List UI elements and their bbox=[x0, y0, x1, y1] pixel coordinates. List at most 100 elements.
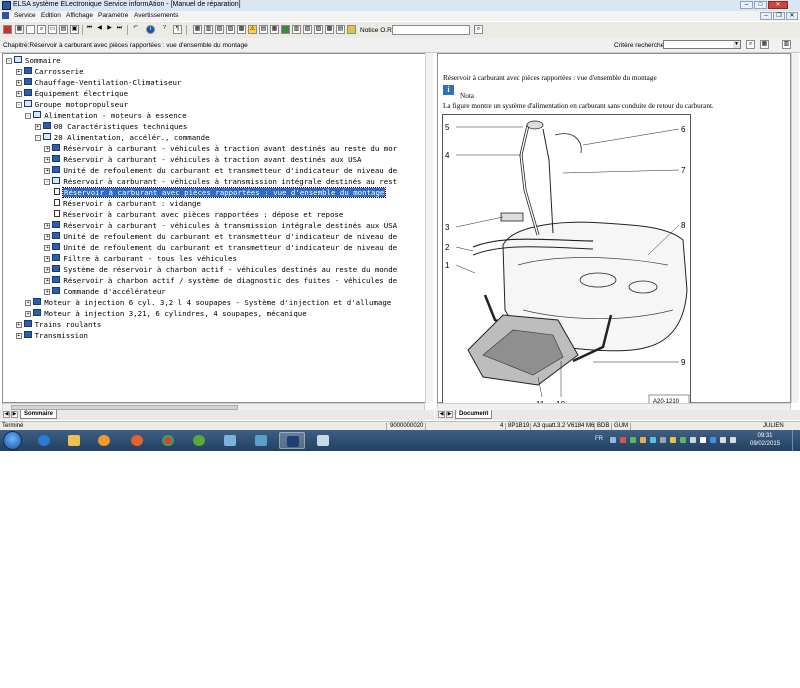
expand-icon[interactable]: + bbox=[25, 300, 32, 306]
expand-icon[interactable]: + bbox=[44, 146, 51, 152]
notice-search-icon[interactable]: ⌕ bbox=[474, 25, 483, 34]
toolbar-tool-13-icon[interactable]: ▤ bbox=[336, 25, 345, 34]
toolbar-tool-2-icon[interactable]: ▥ bbox=[204, 25, 213, 34]
tree-item[interactable]: - Alimentation - moteurs à essence bbox=[25, 110, 187, 121]
expand-icon[interactable]: + bbox=[44, 245, 51, 251]
toolbar-tool-4-icon[interactable]: ▨ bbox=[226, 25, 235, 34]
expand-icon[interactable]: + bbox=[15, 80, 22, 86]
menu-avertissements[interactable]: Avertissements bbox=[134, 12, 178, 19]
expand-icon[interactable]: + bbox=[15, 91, 22, 97]
criteria-filter-icon[interactable]: ▦ bbox=[760, 40, 769, 49]
notice-input[interactable] bbox=[392, 25, 470, 35]
tray-icon[interactable] bbox=[660, 437, 666, 443]
taskbar-app-3[interactable] bbox=[310, 432, 336, 449]
chevron-down-icon[interactable]: ▼ bbox=[733, 41, 740, 48]
tree-item[interactable]: + Transmission bbox=[15, 330, 88, 341]
taskbar-app-1[interactable] bbox=[217, 432, 243, 449]
expand-icon[interactable]: + bbox=[44, 256, 51, 262]
taskbar-ie[interactable] bbox=[31, 432, 57, 449]
expand-icon[interactable]: + bbox=[44, 278, 51, 284]
taskbar-explorer[interactable] bbox=[61, 432, 87, 449]
last-page-icon[interactable]: ⏭ bbox=[115, 25, 124, 34]
new-document-icon[interactable] bbox=[26, 25, 35, 34]
collapse-icon[interactable]: - bbox=[15, 102, 22, 108]
toolbar-tool-7-icon[interactable]: ▦ bbox=[270, 25, 279, 34]
expand-icon[interactable]: + bbox=[15, 69, 22, 75]
tab-prev-icon[interactable]: ◀ bbox=[3, 411, 10, 418]
start-button[interactable] bbox=[3, 431, 22, 450]
help-icon[interactable]: ? bbox=[160, 25, 169, 34]
tray-icon[interactable] bbox=[710, 437, 716, 443]
tray-icon[interactable] bbox=[620, 437, 626, 443]
tray-icon[interactable] bbox=[700, 437, 706, 443]
warning-icon[interactable]: ⚠ bbox=[248, 25, 257, 34]
tree-item[interactable]: - Sommaire bbox=[6, 55, 61, 66]
tree-item[interactable]: + Chauffage-Ventilation-Climatiseur bbox=[15, 77, 181, 88]
tree-item[interactable]: - Groupe motopropulseur bbox=[15, 99, 128, 110]
criteria-search-icon[interactable]: ⌕ bbox=[746, 40, 755, 49]
expand-icon[interactable]: + bbox=[44, 289, 51, 295]
clock[interactable]: 09:31 09/02/2015 bbox=[750, 432, 780, 448]
tree-item[interactable]: - 20 Alimentation, accélér., commande bbox=[34, 132, 210, 143]
collapse-icon[interactable]: - bbox=[6, 58, 12, 64]
collapse-icon[interactable]: - bbox=[34, 135, 41, 141]
first-page-icon[interactable]: ⏮ bbox=[85, 25, 94, 34]
tree-item[interactable]: Réservoir à carburant avec pièces rappor… bbox=[54, 209, 343, 220]
taskbar-firefox[interactable] bbox=[124, 432, 150, 449]
toolbar-tool-5-icon[interactable]: ▩ bbox=[237, 25, 246, 34]
expand-icon[interactable]: + bbox=[44, 234, 51, 240]
info-icon[interactable]: i bbox=[146, 25, 155, 34]
menu-service[interactable]: Service bbox=[14, 12, 36, 19]
doc-tab-prev-icon[interactable]: ◀ bbox=[438, 411, 445, 418]
taskbar-app-2[interactable] bbox=[248, 432, 274, 449]
menu-parametre[interactable]: Paramètre bbox=[98, 12, 128, 19]
tab-sommaire[interactable]: Sommaire bbox=[20, 410, 58, 419]
language-indicator[interactable]: FR bbox=[595, 436, 603, 442]
technical-bulletin-icon[interactable]: ¶ bbox=[173, 25, 182, 34]
doc-tab-next-icon[interactable]: ▶ bbox=[446, 411, 453, 418]
left-vertical-scrollbar[interactable] bbox=[425, 53, 433, 403]
tree-item[interactable]: + Unité de refoulement du carburant et tr… bbox=[44, 231, 397, 242]
toolbar-tool-8-icon[interactable] bbox=[281, 25, 290, 34]
back-icon[interactable]: ↶ bbox=[131, 25, 140, 34]
taskbar-media-player[interactable] bbox=[91, 432, 117, 449]
network-icon[interactable] bbox=[720, 437, 726, 443]
expand-icon[interactable]: + bbox=[25, 311, 32, 317]
tree-item[interactable]: + Unité de refoulement du carburant et tr… bbox=[44, 242, 397, 253]
tree-item-selected[interactable]: Réservoir à carburant avec pièces rappor… bbox=[54, 187, 387, 198]
expand-icon[interactable]: + bbox=[44, 157, 51, 163]
taskbar-chrome[interactable] bbox=[155, 432, 181, 449]
tray-icon[interactable] bbox=[640, 437, 646, 443]
show-desktop-button[interactable] bbox=[792, 430, 800, 451]
expand-icon[interactable]: + bbox=[15, 322, 22, 328]
tree-item[interactable]: + Réservoir à charbon actif / système de … bbox=[44, 275, 397, 286]
mdi-close-button[interactable]: ✕ bbox=[786, 12, 798, 20]
collapse-icon[interactable]: - bbox=[25, 113, 32, 119]
volume-icon[interactable] bbox=[730, 437, 736, 443]
calendar-icon[interactable]: ▦ bbox=[15, 25, 24, 34]
tree-item[interactable]: + Carrosserie bbox=[15, 66, 84, 77]
taskbar-elsa[interactable] bbox=[279, 432, 305, 449]
tree-item[interactable]: + Moteur à injection 6 cyl. 3,2 l 4 soupa… bbox=[25, 297, 391, 308]
expand-icon[interactable]: + bbox=[15, 333, 22, 339]
expand-icon[interactable]: + bbox=[34, 124, 41, 130]
toolbar-tool-1-icon[interactable]: ▦ bbox=[193, 25, 202, 34]
toolbar-tool-11-icon[interactable]: ▨ bbox=[314, 25, 323, 34]
print-icon[interactable]: ▤ bbox=[59, 25, 68, 34]
toolbar-tool-12-icon[interactable]: ▩ bbox=[325, 25, 334, 34]
tray-icon[interactable] bbox=[670, 437, 676, 443]
next-icon[interactable]: ▶ bbox=[105, 25, 114, 34]
criteria-options-icon[interactable]: ▥ bbox=[782, 40, 791, 49]
tray-icon[interactable] bbox=[680, 437, 686, 443]
search-icon[interactable]: ⌕ bbox=[37, 25, 46, 34]
expand-icon[interactable]: + bbox=[44, 168, 51, 174]
tray-icon[interactable] bbox=[630, 437, 636, 443]
maximize-button[interactable]: □ bbox=[754, 1, 767, 9]
tree-item[interactable]: - Réservoir à carburant - véhicules à tra… bbox=[44, 176, 397, 187]
toolbar-tool-6-icon[interactable]: ▤ bbox=[259, 25, 268, 34]
tree-item[interactable]: + Commande d'accélérateur bbox=[44, 286, 166, 297]
tray-icon[interactable] bbox=[610, 437, 616, 443]
mdi-restore-button[interactable]: ❐ bbox=[773, 12, 785, 20]
tray-icon[interactable] bbox=[690, 437, 696, 443]
elsa-icon[interactable] bbox=[3, 25, 12, 34]
